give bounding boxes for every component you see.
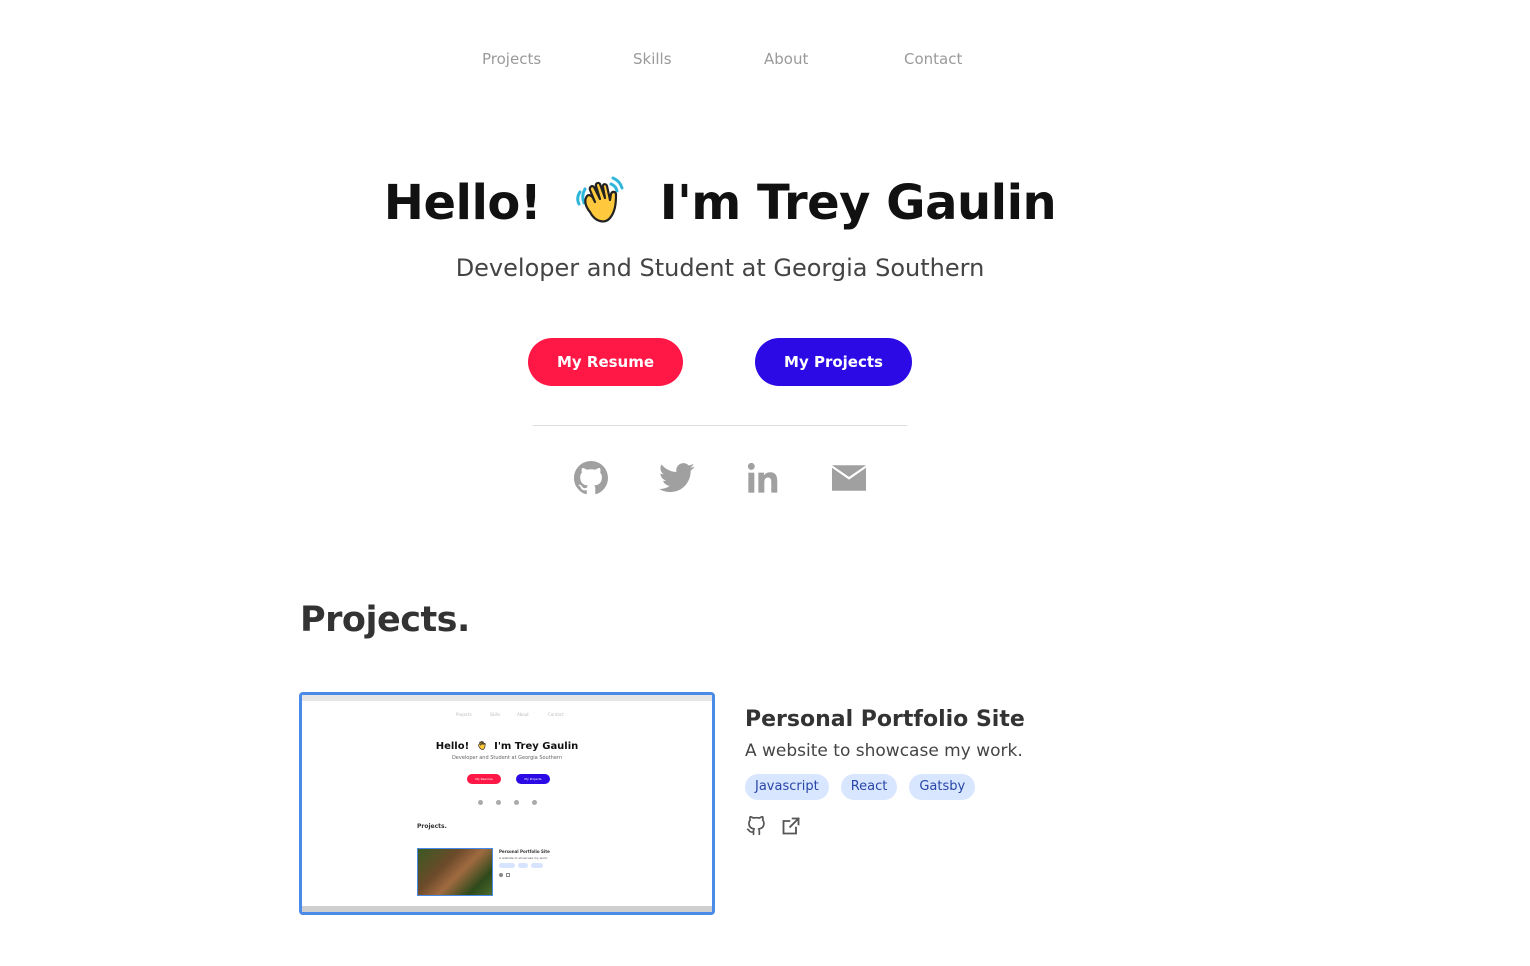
preview-project-description: A website to showcase my work. (499, 856, 549, 860)
waving-hand-icon (576, 176, 624, 223)
preview-tag (499, 863, 515, 868)
hero-title: Hello! I'm Trey Gaulin (0, 172, 1440, 234)
email-link[interactable] (831, 460, 867, 496)
preview-greeting: Hello! (435, 741, 470, 752)
preview-nav-item: Contact (548, 712, 564, 717)
hero-subtitle: Developer and Student at Georgia Souther… (455, 254, 985, 282)
project-description: A website to showcase my work. (745, 741, 1023, 761)
preview-social-icons (478, 800, 542, 806)
waving-hand-icon (477, 741, 486, 750)
linkedin-icon (747, 462, 778, 493)
preview-name: I'm Trey Gaulin (494, 741, 579, 752)
project-github-link[interactable] (745, 815, 767, 837)
nav-link-projects[interactable]: Projects (482, 48, 541, 70)
nav-link-skills[interactable]: Skills (633, 48, 672, 70)
projects-heading: Projects. (300, 600, 470, 640)
hero-name: I'm Trey Gaulin (659, 175, 1057, 231)
project-title: Personal Portfolio Site (745, 707, 1025, 732)
project-tags: Javascript React Gatsby (745, 774, 987, 800)
tag-react[interactable]: React (840, 774, 898, 800)
tag-gatsby[interactable]: Gatsby (909, 774, 976, 800)
preview-resume-button: My Resume (467, 774, 501, 784)
my-projects-button[interactable]: My Projects (755, 338, 912, 386)
linkedin-link[interactable] (745, 460, 781, 496)
project-external-link[interactable] (780, 815, 802, 837)
preview-project-image (417, 848, 493, 896)
twitter-link[interactable] (659, 460, 695, 496)
nav-link-about[interactable]: About (764, 48, 808, 70)
preview-title: Hello! I'm Trey Gaulin (302, 739, 712, 752)
preview-bottom-bar (302, 906, 712, 912)
preview-nav-item: Skills (490, 712, 501, 717)
preview-tag (531, 863, 543, 868)
divider (533, 425, 907, 426)
preview-github-icon (499, 873, 503, 877)
preview-external-link-icon (506, 873, 510, 877)
github-link[interactable] (573, 460, 609, 496)
preview-project-title: Personal Portfolio Site (499, 849, 550, 854)
preview-nav-item: Projects (456, 712, 472, 717)
tag-javascript[interactable]: Javascript (745, 774, 829, 800)
github-icon (574, 461, 608, 495)
my-resume-button[interactable]: My Resume (528, 338, 683, 386)
preview-browser-bar (302, 695, 712, 701)
email-icon (832, 465, 866, 491)
twitter-icon (659, 463, 695, 493)
external-link-icon (782, 817, 800, 835)
preview-nav-item: About (517, 712, 529, 717)
hero-greeting: Hello! (383, 175, 542, 231)
preview-tag (518, 863, 528, 868)
github-icon (746, 816, 765, 836)
project-screenshot[interactable]: Projects Skills About Contact Hello! I'm… (299, 692, 715, 915)
preview-projects-button: My Projects (516, 774, 550, 784)
preview-subtitle: Developer and Student at Georgia Souther… (451, 755, 563, 761)
nav-link-contact[interactable]: Contact (904, 48, 962, 70)
preview-projects-heading: Projects. (417, 823, 447, 830)
